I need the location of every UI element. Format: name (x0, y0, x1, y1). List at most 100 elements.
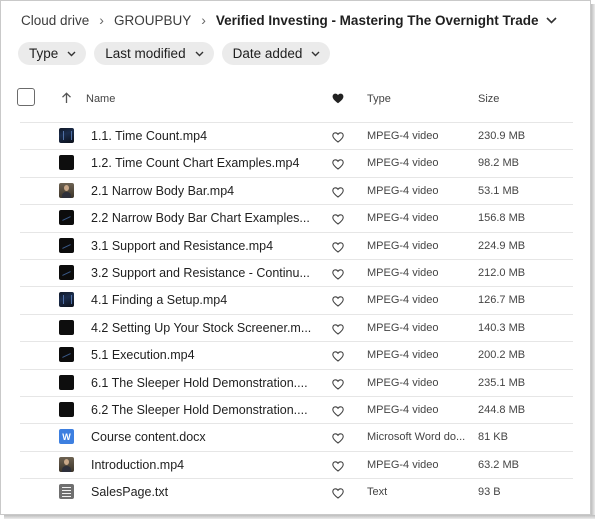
file-name[interactable]: 6.2 The Sleeper Hold Demonstration.... (91, 403, 311, 417)
file-name[interactable]: 4.2 Setting Up Your Stock Screener.m... (91, 321, 311, 335)
file-name[interactable]: Course content.docx (91, 430, 311, 444)
filter-last-modified-button[interactable]: Last modified (94, 42, 214, 65)
select-all-checkbox[interactable] (17, 88, 35, 106)
filter-date-added-label: Date added (232, 46, 303, 61)
chevron-right-icon: › (201, 12, 206, 28)
table-row[interactable]: 3.1 Support and Resistance.mp4 MPEG-4 vid… (20, 231, 573, 259)
table-row[interactable]: 6.1 The Sleeper Hold Demonstration.... MP… (20, 368, 573, 396)
video-thumbnail-icon (59, 347, 74, 363)
video-thumbnail-icon (59, 374, 74, 390)
table-row[interactable]: SalesPage.txt Text 93 B (20, 478, 573, 505)
file-size: 235.1 MB (478, 376, 526, 389)
file-browser-window: Cloud drive › GROUPBUY › Verified Invest… (0, 0, 591, 515)
breadcrumb-groupbuy[interactable]: GROUPBUY (114, 13, 191, 28)
chevron-down-icon (195, 51, 204, 57)
favourite-heart-icon[interactable] (332, 349, 344, 367)
file-name[interactable]: Introduction.mp4 (91, 458, 311, 472)
file-size: 230.9 MB (478, 130, 526, 142)
column-header-type[interactable]: Type (367, 93, 391, 105)
chevron-right-icon: › (99, 12, 104, 28)
filter-last-modified-label: Last modified (105, 46, 186, 61)
favourite-heart-icon[interactable] (332, 212, 344, 230)
favourite-heart-icon[interactable] (332, 294, 344, 312)
video-thumbnail-icon (59, 210, 74, 226)
table-row[interactable]: 3.2 Support and Resistance - Continu... M… (20, 259, 573, 286)
file-type: Microsoft Word do... (367, 431, 465, 444)
sort-ascending-icon[interactable] (61, 91, 72, 109)
table-row[interactable]: 1.2. Time Count Chart Examples.mp4 MPEG-4… (20, 149, 573, 176)
favourite-heart-icon[interactable] (332, 459, 344, 477)
file-type: MPEG-4 video (367, 404, 439, 416)
breadcrumb-cloud-drive[interactable]: Cloud drive (21, 13, 89, 28)
file-type: MPEG-4 video (367, 130, 439, 142)
file-size: 81 KB (478, 431, 508, 444)
table-row[interactable]: 2.2 Narrow Body Bar Chart Examples... MPE… (20, 204, 573, 231)
file-name[interactable]: SalesPage.txt (91, 485, 311, 499)
favourite-heart-icon[interactable] (332, 91, 344, 109)
table-row[interactable]: 1.1. Time Count.mp4 MPEG-4 video 230.9 MB (20, 122, 573, 149)
file-name[interactable]: 1.2. Time Count Chart Examples.mp4 (91, 156, 311, 170)
breadcrumb-current-folder[interactable]: Verified Investing - Mastering The Overn… (216, 13, 539, 28)
file-name[interactable]: 5.1 Execution.mp4 (91, 348, 311, 362)
file-size: 244.8 MB (478, 404, 526, 416)
file-name[interactable]: 3.1 Support and Resistance.mp4 (91, 239, 311, 253)
table-row[interactable]: W Course content.docx Microsoft Word do...… (20, 423, 573, 450)
video-thumbnail-icon (59, 292, 74, 308)
file-name[interactable]: 6.1 The Sleeper Hold Demonstration.... (91, 376, 311, 390)
filter-date-added-button[interactable]: Date added (221, 42, 331, 65)
file-size: 200.2 MB (478, 349, 526, 362)
favourite-heart-icon[interactable] (332, 157, 344, 175)
video-thumbnail-icon (59, 155, 74, 171)
favourite-heart-icon[interactable] (332, 240, 344, 258)
favourite-heart-icon[interactable] (332, 130, 344, 148)
filter-type-button[interactable]: Type (18, 42, 87, 65)
file-type: MPEG-4 video (367, 267, 439, 279)
file-size: 63.2 MB (478, 458, 519, 471)
chevron-down-icon[interactable] (546, 16, 558, 24)
file-name[interactable]: 1.1. Time Count.mp4 (91, 129, 311, 143)
file-name[interactable]: 3.2 Support and Resistance - Continu... (91, 266, 311, 280)
table-row[interactable]: Introduction.mp4 MPEG-4 video 63.2 MB (20, 450, 573, 478)
favourite-heart-icon[interactable] (332, 377, 344, 395)
table-row[interactable]: 2.1 Narrow Body Bar.mp4 MPEG-4 video 53.1 … (20, 176, 573, 204)
window-shadow-bottom (4, 515, 595, 519)
file-type: Text (367, 486, 388, 499)
file-type: MPEG-4 video (367, 212, 439, 225)
file-size: 98.2 MB (478, 157, 519, 170)
table-row[interactable]: 6.2 The Sleeper Hold Demonstration.... MP… (20, 396, 573, 423)
favourite-heart-icon[interactable] (332, 404, 344, 422)
table-row[interactable]: 5.1 Execution.mp4 MPEG-4 video 200.2 MB (20, 341, 573, 368)
file-size: 212.0 MB (478, 267, 526, 279)
window-shadow-right (591, 4, 595, 519)
file-size: 140.3 MB (478, 321, 526, 334)
favourite-heart-icon[interactable] (332, 322, 344, 340)
video-thumbnail-icon (59, 456, 74, 472)
favourite-heart-icon[interactable] (332, 185, 344, 203)
video-thumbnail-icon (59, 265, 74, 280)
file-type: MPEG-4 video (367, 294, 439, 307)
file-size: 156.8 MB (478, 212, 526, 225)
chevron-down-icon (67, 51, 76, 57)
file-size: 224.9 MB (478, 239, 526, 252)
file-type: MPEG-4 video (367, 239, 439, 252)
video-thumbnail-icon (59, 237, 74, 253)
breadcrumb: Cloud drive › GROUPBUY › Verified Invest… (21, 11, 558, 29)
file-name[interactable]: 2.2 Narrow Body Bar Chart Examples... (91, 211, 311, 225)
file-name[interactable]: 4.1 Finding a Setup.mp4 (91, 293, 311, 307)
file-type: MPEG-4 video (367, 321, 439, 334)
favourite-heart-icon[interactable] (332, 486, 344, 504)
column-header-name[interactable]: Name (86, 93, 115, 105)
video-thumbnail-icon (59, 319, 74, 335)
file-size: 126.7 MB (478, 294, 526, 307)
video-thumbnail-icon (59, 402, 74, 417)
favourite-heart-icon[interactable] (332, 431, 344, 449)
file-type: MPEG-4 video (367, 157, 439, 170)
file-size: 93 B (478, 486, 501, 499)
file-name[interactable]: 2.1 Narrow Body Bar.mp4 (91, 184, 311, 198)
table-row[interactable]: 4.1 Finding a Setup.mp4 MPEG-4 video 126.7… (20, 286, 573, 313)
favourite-heart-icon[interactable] (332, 267, 344, 285)
table-row[interactable]: 4.2 Setting Up Your Stock Screener.m... M… (20, 313, 573, 341)
filter-type-label: Type (29, 46, 59, 61)
column-header-size[interactable]: Size (478, 93, 499, 105)
filter-bar: Type Last modified Date added (18, 42, 331, 65)
